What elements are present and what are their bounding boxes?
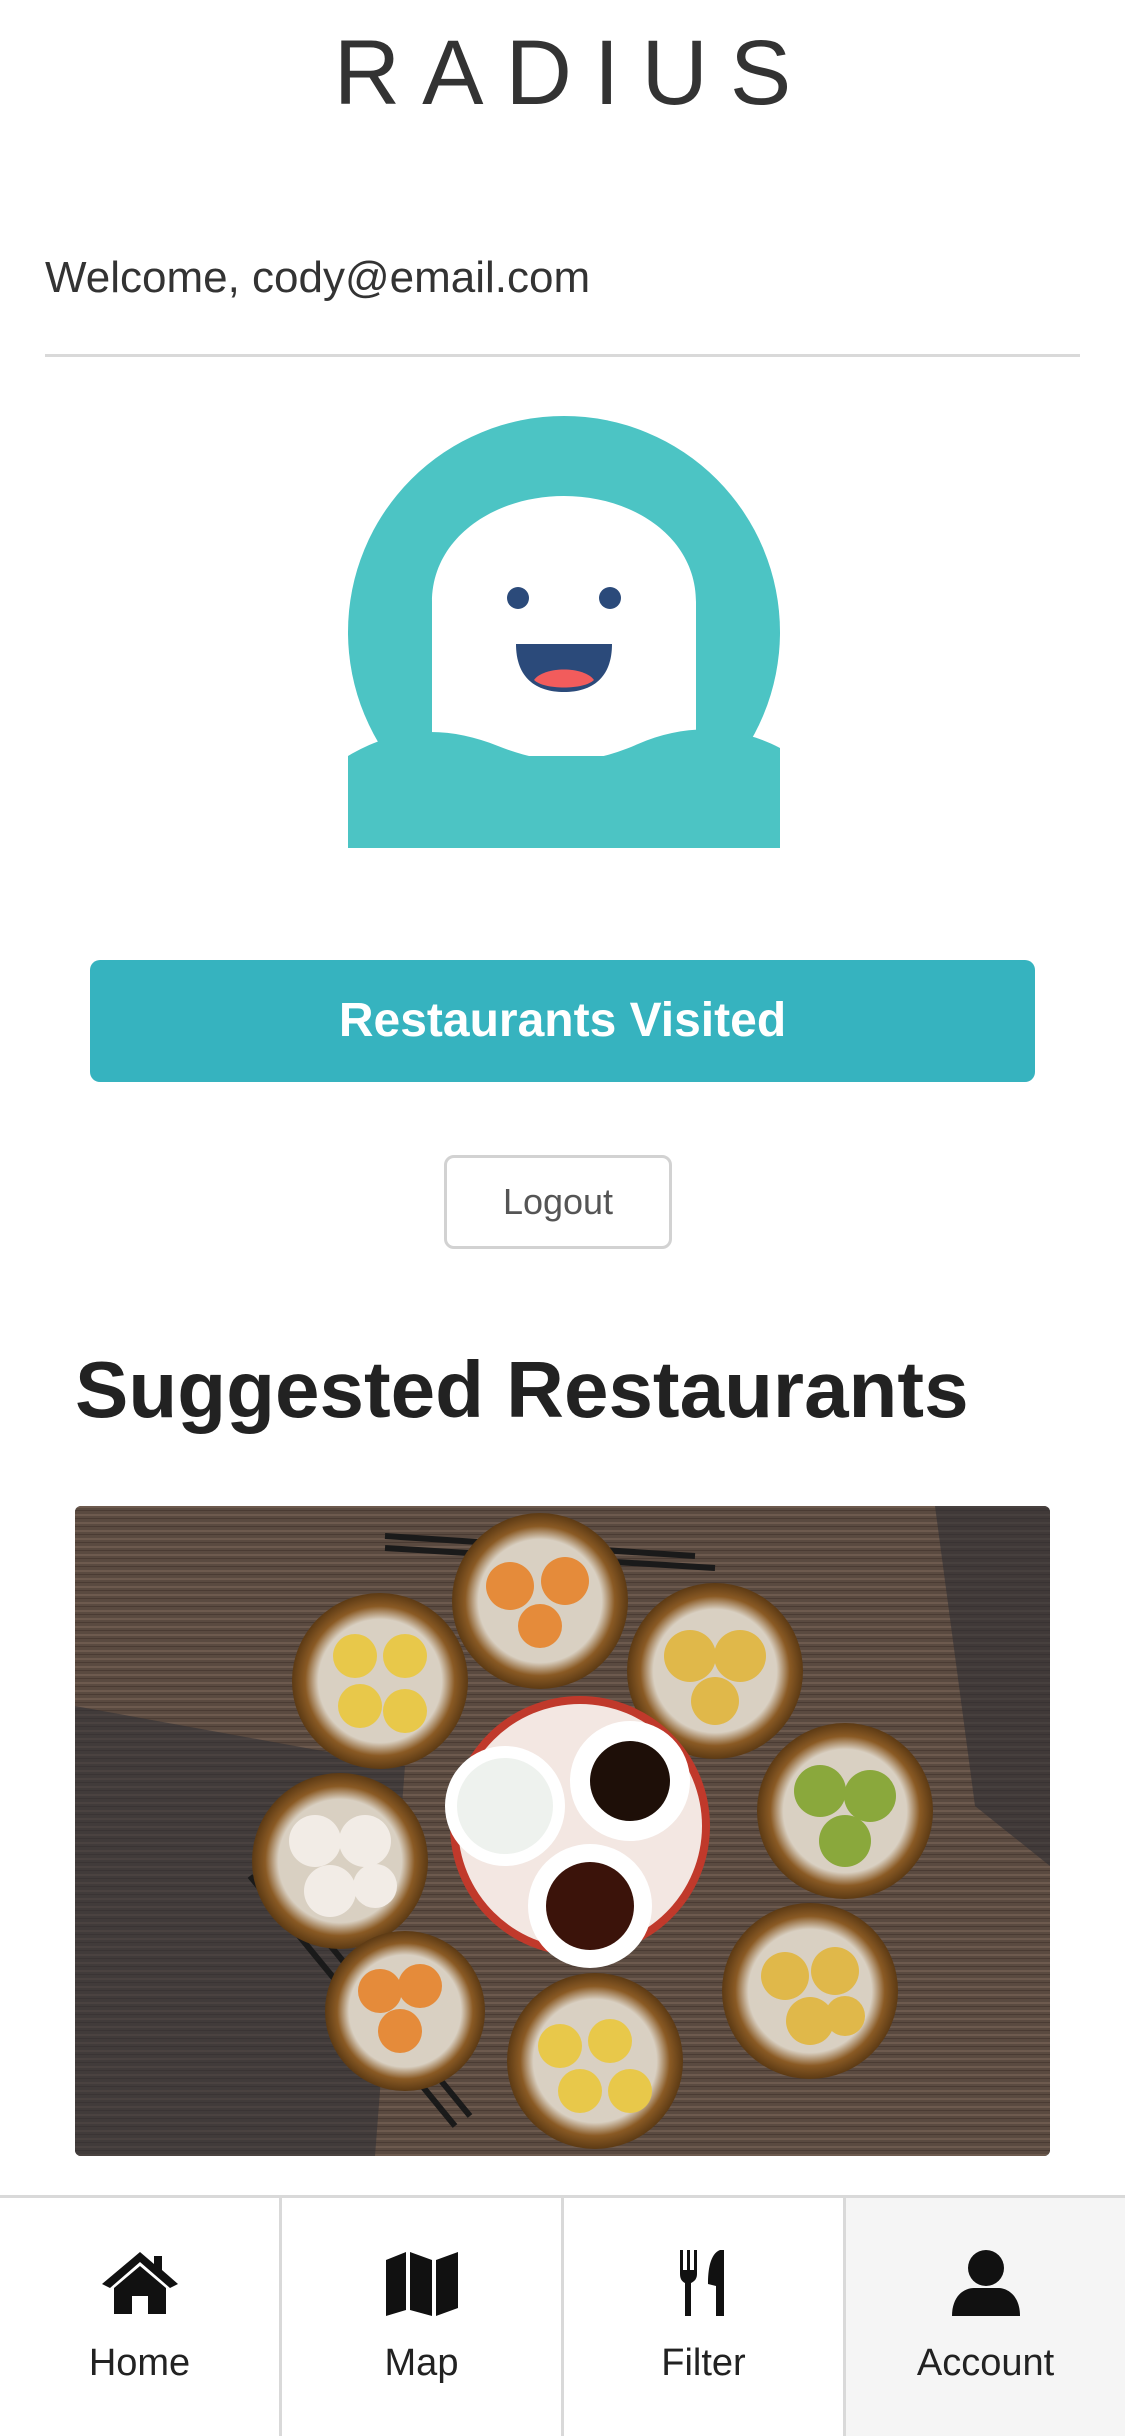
tab-label-map: Map (384, 2342, 459, 2384)
welcome-text: Welcome, cody@email.com (45, 253, 591, 302)
utensils-icon (664, 2248, 744, 2318)
tab-label-home: Home (88, 2342, 191, 2384)
app-title: RADIUS (333, 22, 814, 124)
user-icon (946, 2248, 1026, 2318)
bottom-tab-bar: Home Map Filter Account (0, 2195, 1125, 2436)
logout-button[interactable]: Logout (444, 1155, 672, 1249)
dim-sum-photo (75, 1506, 1050, 2156)
restaurants-visited-button[interactable]: Restaurants Visited (90, 960, 1035, 1082)
suggested-restaurant-card[interactable] (75, 1506, 1050, 2156)
map-icon (382, 2248, 462, 2318)
tab-label-filter: Filter (661, 2342, 746, 2384)
section-heading: Suggested Restaurants (75, 1345, 969, 1434)
tab-label-account: Account (916, 2342, 1055, 2384)
home-icon (100, 2248, 180, 2318)
tab-filter[interactable]: Filter (564, 2198, 846, 2436)
ghost-avatar-icon (348, 416, 780, 848)
tab-account[interactable]: Account (846, 2198, 1125, 2436)
divider (45, 354, 1080, 357)
tab-map[interactable]: Map (282, 2198, 564, 2436)
tab-home[interactable]: Home (0, 2198, 282, 2436)
